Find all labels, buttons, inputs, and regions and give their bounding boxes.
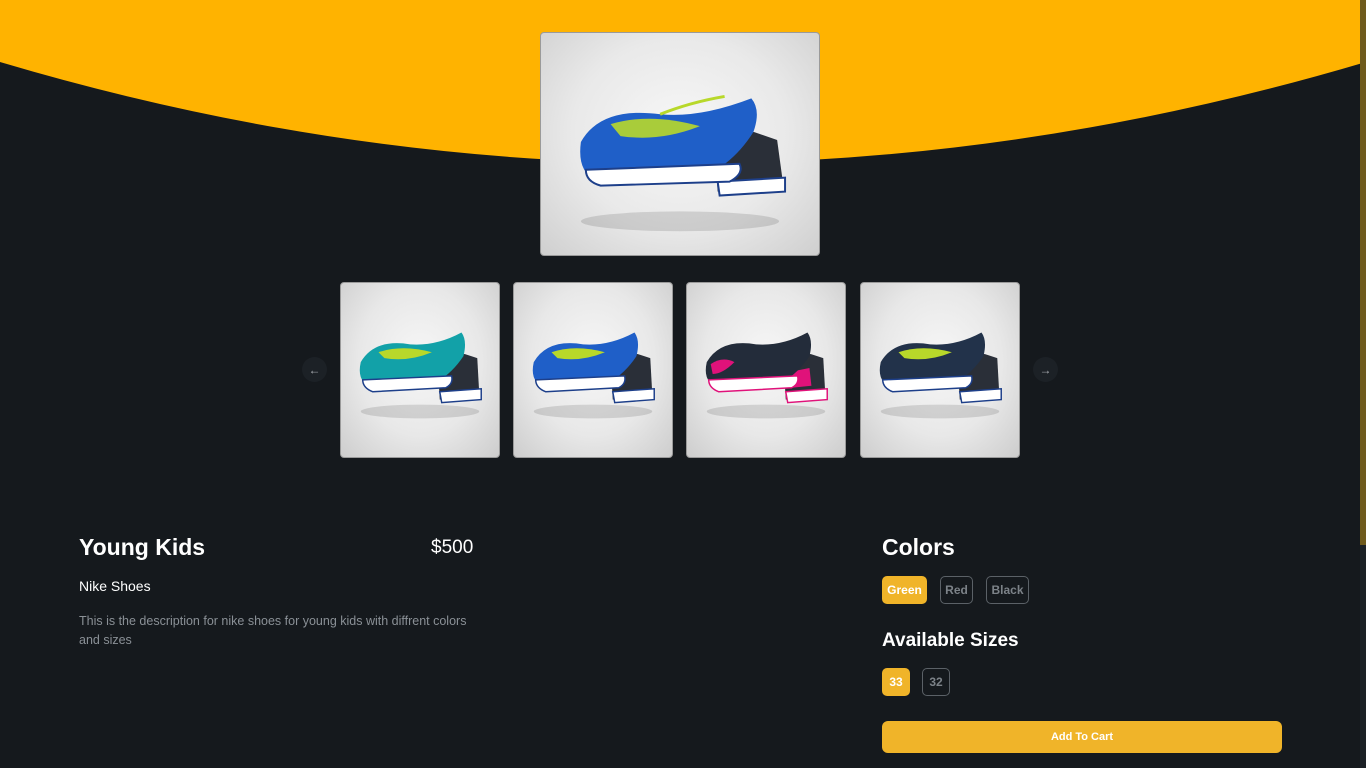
colors-heading: Colors — [882, 534, 955, 560]
thumbnail-4[interactable] — [860, 282, 1020, 458]
color-option-red[interactable]: Red — [940, 576, 973, 604]
gallery-prev-button[interactable]: ← — [302, 357, 327, 382]
scrollbar[interactable] — [1360, 0, 1366, 768]
shoe-main-graphic — [580, 94, 787, 232]
gallery-next-button[interactable]: → — [1033, 357, 1058, 382]
main-product-image — [540, 32, 820, 256]
product-brand: Nike Shoes — [79, 578, 151, 594]
thumbnail-2[interactable] — [513, 282, 673, 458]
shoe-thumbnail-graphic — [879, 332, 1002, 419]
size-option-33[interactable]: 33 — [882, 668, 910, 696]
shoe-thumbnail-graphic — [705, 332, 828, 419]
arrow-left-icon: ← — [308, 362, 321, 377]
shoe-thumbnail-graphic — [359, 332, 482, 419]
product-price: $500 — [431, 537, 474, 558]
shoe-thumbnail-graphic — [532, 332, 655, 419]
thumbnail-1[interactable] — [340, 282, 500, 458]
add-to-cart-button[interactable]: Add To Cart — [882, 721, 1282, 753]
size-option-32[interactable]: 32 — [922, 668, 950, 696]
color-option-green[interactable]: Green — [882, 576, 927, 604]
product-title: Young Kids — [79, 534, 206, 560]
product-description: This is the description for nike shoes f… — [79, 614, 467, 647]
color-option-black[interactable]: Black — [986, 576, 1029, 604]
thumbnail-3[interactable] — [686, 282, 846, 458]
arrow-right-icon: → — [1039, 362, 1052, 377]
sizes-heading: Available Sizes — [882, 630, 1019, 651]
scrollbar-thumb[interactable] — [1360, 0, 1366, 545]
